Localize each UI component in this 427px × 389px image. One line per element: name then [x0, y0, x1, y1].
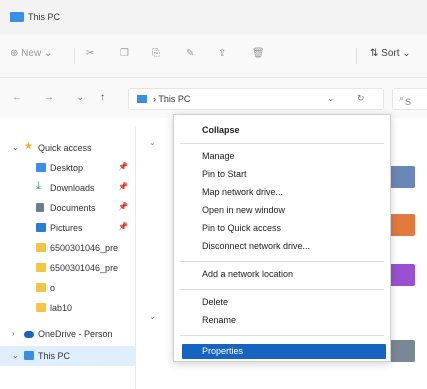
document-icon	[36, 203, 44, 212]
folder-tile-icon[interactable]	[389, 166, 415, 188]
chevron-down-icon[interactable]: ⌄	[327, 93, 335, 104]
star-icon: ★	[24, 141, 33, 152]
sidebar-item-label: 6500301046_pre	[50, 243, 119, 253]
menu-item-add-network-location[interactable]: Add a network location	[202, 269, 293, 279]
sort-button-label: Sort	[381, 48, 400, 59]
folder-tile-icon[interactable]	[389, 264, 415, 286]
cut-icon[interactable]: ✂	[86, 48, 94, 59]
address-row: ← → ⌄ ↑ › This PC ⌄ ↻ ⌕ S	[0, 78, 427, 118]
sidebar-item-label: o	[50, 283, 56, 293]
sidebar-item-label: Pictures	[50, 223, 83, 233]
sidebar-item-label: Quick access	[38, 143, 92, 153]
window-title: This PC	[28, 12, 61, 22]
chevron-down-icon[interactable]: ⌄	[12, 351, 19, 360]
search-placeholder: S	[405, 97, 412, 107]
folder-icon	[36, 263, 46, 272]
sidebar-item-label: OneDrive - Person	[38, 329, 113, 339]
command-bar: ⊕ New ⌄ ✂ ❐ ⎘ ✎ ⇪ 🗑 ⇅ Sort ⌄	[0, 34, 427, 78]
sidebar-item-folder[interactable]: 6500301046_pre	[0, 258, 136, 278]
new-button[interactable]: ⊕ New ⌄	[10, 48, 52, 59]
sidebar-item-label: Downloads	[50, 183, 95, 193]
sidebar-item-folder[interactable]: 6500301046_pre	[0, 238, 136, 258]
new-button-label: New	[21, 48, 42, 59]
chevron-right-icon[interactable]: ›	[12, 329, 15, 338]
pin-icon[interactable]: 📌	[118, 162, 128, 171]
up-icon[interactable]: ↑	[100, 92, 105, 103]
sidebar-item-label: This PC	[38, 351, 71, 361]
sidebar-item-documents[interactable]: Documents 📌	[0, 198, 136, 218]
sidebar-item-folder[interactable]: o	[0, 278, 136, 298]
menu-item-rename[interactable]: Rename	[202, 315, 236, 325]
menu-item-properties-label: Properties	[202, 346, 244, 356]
paste-icon[interactable]: ⎘	[152, 48, 160, 59]
menu-item-open-in-new-window[interactable]: Open in new window	[202, 205, 285, 215]
pc-icon	[10, 12, 24, 22]
sidebar-item-onedrive[interactable]: › OneDrive - Person	[0, 324, 136, 344]
folder-tile-icon[interactable]	[389, 214, 415, 236]
menu-divider	[180, 289, 384, 290]
recent-chevron-icon[interactable]: ⌄	[76, 92, 84, 103]
sort-button[interactable]: ⇅ Sort ⌄	[370, 48, 411, 59]
address-bar[interactable]: › This PC ⌄ ↻	[128, 88, 384, 110]
menu-divider	[180, 143, 384, 144]
toolbar-divider	[356, 48, 357, 64]
menu-item-manage[interactable]: Manage	[202, 151, 235, 161]
drive-tile-icon[interactable]	[389, 340, 415, 362]
chevron-down-icon[interactable]: ⌄	[12, 143, 19, 152]
menu-item-pin-to-start[interactable]: Pin to Start	[202, 169, 247, 179]
desktop-icon	[36, 163, 46, 172]
address-path[interactable]: › This PC	[153, 94, 190, 104]
sidebar-item-label: Desktop	[50, 163, 84, 173]
sidebar-item-folder[interactable]: lab10	[0, 298, 136, 318]
group-chevron-icon[interactable]: ⌄	[149, 312, 156, 321]
copy-icon[interactable]: ❐	[120, 48, 129, 59]
rename-icon[interactable]: ✎	[186, 48, 194, 59]
pc-icon	[137, 95, 147, 103]
delete-icon[interactable]: 🗑	[252, 48, 265, 59]
navigation-pane: ⌄ ★ Quick access Desktop 📌 ⤓ Downloads 📌…	[0, 126, 136, 389]
cloud-icon	[24, 331, 34, 338]
sidebar-item-label: lab10	[50, 303, 73, 313]
share-icon[interactable]: ⇪	[218, 48, 226, 59]
pin-icon[interactable]: 📌	[118, 182, 128, 191]
download-icon: ⤓	[36, 180, 41, 192]
menu-item-pin-to-quick-access[interactable]: Pin to Quick access	[202, 223, 281, 233]
folder-icon	[36, 283, 46, 292]
search-input[interactable]: ⌕ S	[392, 88, 427, 110]
pc-icon	[24, 351, 34, 360]
title-bar: This PC	[0, 0, 427, 34]
menu-item-collapse[interactable]: Collapse	[202, 125, 240, 135]
context-menu: Collapse Manage Pin to Start Map network…	[173, 114, 391, 362]
pin-icon[interactable]: 📌	[118, 222, 128, 231]
picture-icon	[36, 223, 46, 232]
sidebar-item-desktop[interactable]: Desktop 📌	[0, 158, 136, 178]
sidebar-item-downloads[interactable]: ⤓ Downloads 📌	[0, 178, 136, 198]
menu-item-disconnect-network-drive[interactable]: Disconnect network drive...	[202, 241, 310, 251]
folder-icon	[36, 243, 46, 252]
forward-icon[interactable]: →	[44, 92, 54, 103]
toolbar-divider	[74, 48, 75, 64]
menu-item-map-network-drive[interactable]: Map network drive...	[202, 187, 283, 197]
menu-item-properties[interactable]: Properties	[182, 344, 386, 359]
folder-icon	[36, 303, 46, 312]
sidebar-item-pictures[interactable]: Pictures 📌	[0, 218, 136, 238]
group-chevron-icon[interactable]: ⌄	[149, 138, 156, 147]
sidebar-item-label: Documents	[50, 203, 96, 213]
address-path-label: This PC	[158, 94, 191, 104]
refresh-icon[interactable]: ↻	[357, 93, 365, 104]
back-icon[interactable]: ←	[12, 92, 22, 103]
sidebar-item-quick-access[interactable]: ⌄ ★ Quick access	[0, 138, 136, 158]
menu-divider	[180, 261, 384, 262]
sidebar-item-label: 6500301046_pre	[50, 263, 119, 273]
search-icon: ⌕ S	[399, 93, 412, 107]
menu-divider	[180, 335, 384, 336]
pin-icon[interactable]: 📌	[118, 202, 128, 211]
sidebar-item-this-pc[interactable]: ⌄ This PC	[0, 346, 136, 366]
menu-item-delete[interactable]: Delete	[202, 297, 228, 307]
